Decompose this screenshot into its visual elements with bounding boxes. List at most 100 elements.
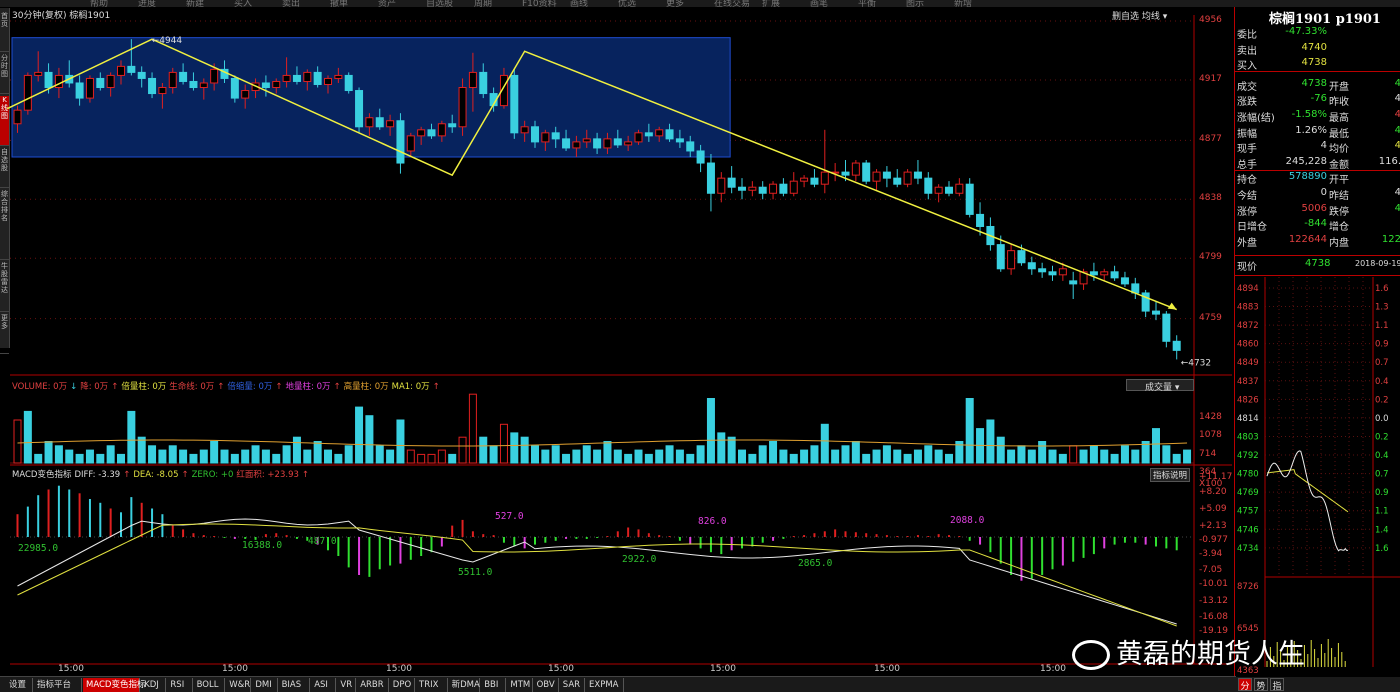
- quote-label: 今结: [1237, 187, 1257, 202]
- volume-bar: [676, 450, 683, 463]
- volume-bar: [438, 450, 445, 463]
- quote-value: -47.33%: [1285, 26, 1327, 37]
- volume-bar: [842, 446, 849, 463]
- macd-tick-label: -10.01: [1199, 579, 1228, 589]
- candle-body: [697, 151, 704, 163]
- candle-body: [118, 66, 125, 75]
- candle-body: [873, 172, 880, 181]
- quote-label: 涨幅(结): [1237, 109, 1275, 124]
- volume-bar: [55, 446, 62, 463]
- tab-rsi-4[interactable]: RSI: [167, 678, 192, 692]
- macd-tick-label: -3.94: [1199, 549, 1222, 559]
- panel-tab-2[interactable]: 指: [1270, 678, 1284, 691]
- candle-body: [521, 127, 528, 133]
- candle-body: [707, 163, 714, 193]
- tab-asi-9[interactable]: ASI: [311, 678, 336, 692]
- volume-bar: [1153, 429, 1160, 463]
- candle-body: [645, 133, 652, 136]
- macd-tick-label: +2.13: [1199, 521, 1227, 531]
- volume-bar: [625, 454, 632, 463]
- volume-bar: [656, 450, 663, 463]
- candle-body: [24, 75, 31, 110]
- legend-item: 倍量柱: 0万: [121, 382, 166, 392]
- volume-bar: [231, 454, 238, 463]
- quote-label: 持仓: [1237, 171, 1257, 186]
- mini-price-label: 4849: [1237, 358, 1259, 368]
- volume-bar: [811, 446, 818, 463]
- tab-dma-14[interactable]: 新DMA: [449, 678, 481, 692]
- tab-expma-19[interactable]: EXPMA: [586, 678, 624, 692]
- candle-body: [821, 172, 828, 184]
- candle-body: [842, 172, 849, 175]
- tab--0[interactable]: 设置: [6, 678, 33, 692]
- candle-body: [293, 75, 300, 81]
- tab-vr-10[interactable]: VR: [337, 678, 356, 692]
- macd-annotation: 22985.0: [18, 543, 58, 554]
- quote-row: 买入 4738: [1235, 57, 1400, 72]
- quote-value: 578890: [1289, 171, 1327, 182]
- quote-label: 卖出: [1237, 42, 1257, 57]
- quote-value: 4: [1395, 203, 1400, 214]
- tab-boll-5[interactable]: BOLL: [194, 678, 226, 692]
- time-tick-label: 15:00: [386, 664, 412, 674]
- volume-bar: [914, 450, 921, 463]
- candle-body: [739, 187, 746, 190]
- volume-bar: [697, 446, 704, 463]
- high-price-label: ←4944: [152, 36, 183, 46]
- volume-tick-label: 1078: [1199, 430, 1222, 440]
- candle-body: [273, 81, 280, 87]
- mini-percent-label: 0.4: [1375, 451, 1389, 461]
- candle-body: [676, 139, 683, 142]
- quote-value: 4: [1321, 140, 1327, 151]
- quote-label: 振幅: [1237, 125, 1257, 140]
- candle-body: [946, 187, 953, 193]
- volume-bar: [521, 437, 528, 463]
- tab-dmi-7[interactable]: DMI: [252, 678, 277, 692]
- candle-body: [1101, 272, 1108, 275]
- volume-bar: [356, 407, 363, 463]
- indicator-help-button[interactable]: 指标说明: [1150, 468, 1190, 482]
- quote-label: 涨跌: [1237, 93, 1257, 108]
- macd-tick-label: +11.17: [1199, 472, 1232, 482]
- candle-body: [1070, 281, 1077, 284]
- candle-body: [407, 136, 414, 151]
- legend-item: VOLUME: 0万: [12, 382, 67, 392]
- volume-bar: [863, 454, 870, 463]
- legend-item: ↓: [70, 382, 77, 392]
- tab-sar-18[interactable]: SAR: [560, 678, 585, 692]
- quote-value: -76: [1311, 93, 1327, 104]
- tab-mtm-16[interactable]: MTM: [507, 678, 532, 692]
- legend-item: ↑: [302, 470, 309, 480]
- macd-annotation: 16388.0: [242, 540, 282, 551]
- legend-item: MA1: 0万: [392, 382, 430, 392]
- watermark: 黄磊的期货人生: [1116, 632, 1305, 671]
- candle-body: [687, 142, 694, 151]
- candle-body: [107, 75, 114, 87]
- tab-bias-8[interactable]: BIAS: [279, 678, 311, 692]
- candle-body: [387, 121, 394, 127]
- quote-label: 开平: [1329, 171, 1349, 186]
- volume-bar: [739, 450, 746, 463]
- candle-body: [86, 78, 93, 98]
- mini-price-label: 4814: [1237, 414, 1259, 424]
- tab-kdj-3[interactable]: KDJ: [141, 678, 166, 692]
- mini-percent-label: 0.2: [1375, 432, 1389, 442]
- panel-tab-1[interactable]: 势: [1254, 678, 1268, 691]
- volume-indicator-select[interactable]: 成交量 ▾: [1126, 379, 1194, 391]
- volume-bar: [1070, 446, 1077, 463]
- volume-ma-line: [18, 440, 1188, 446]
- volume-bar: [418, 454, 425, 463]
- panel-tab-0[interactable]: 分: [1238, 678, 1252, 691]
- tab-bbi-15[interactable]: BBI: [481, 678, 506, 692]
- tab-wr-6[interactable]: W&R: [226, 678, 251, 692]
- tab-arbr-11[interactable]: ARBR: [357, 678, 389, 692]
- panel-tab-bar: 分势指: [1236, 677, 1400, 692]
- mini-percent-label: 0.9: [1375, 340, 1389, 350]
- tab-macd-2[interactable]: MACD变色指标: [83, 678, 140, 692]
- quote-label: 金额: [1329, 156, 1349, 171]
- quote-value: 4: [1395, 93, 1400, 104]
- tab-obv-17[interactable]: OBV: [534, 678, 559, 692]
- tab-trix-13[interactable]: TRIX: [416, 678, 448, 692]
- tab--1[interactable]: 指标平台: [34, 678, 82, 692]
- tab-dpo-12[interactable]: DPO: [390, 678, 415, 692]
